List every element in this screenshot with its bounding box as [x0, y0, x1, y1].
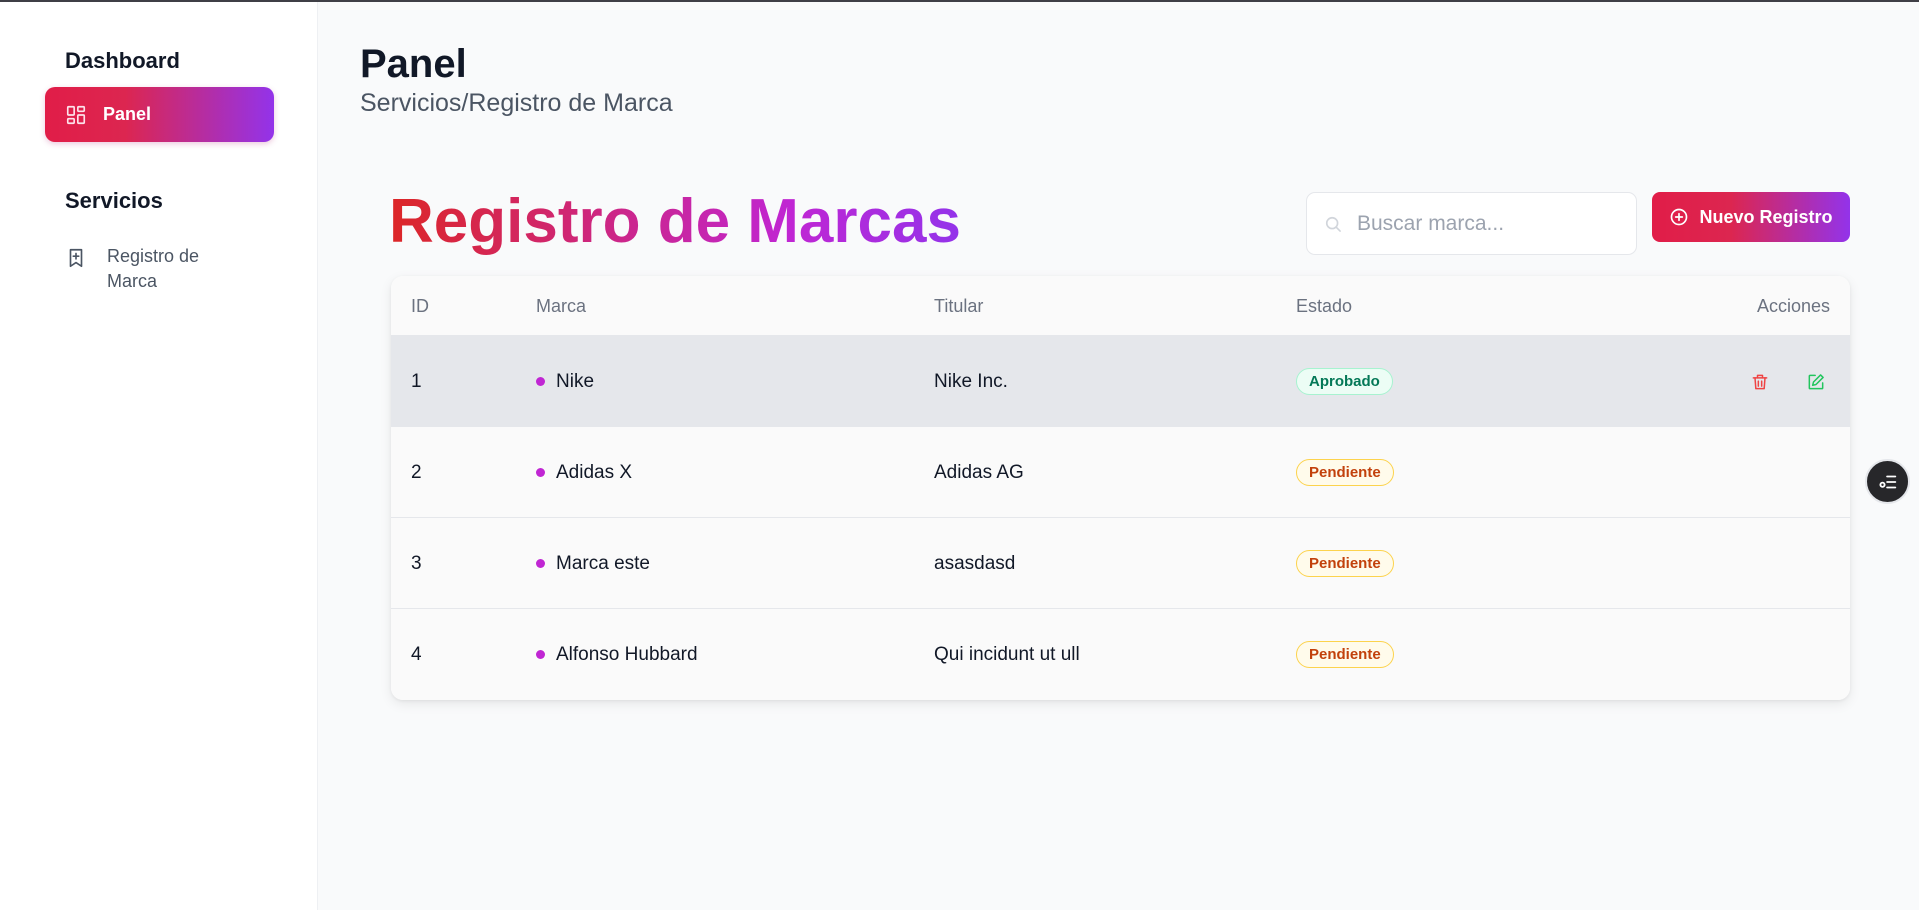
column-header-titular: Titular — [934, 296, 984, 316]
status-badge: Pendiente — [1296, 641, 1394, 668]
column-header-acciones: Acciones — [1756, 296, 1830, 316]
cell-marca: Marca este — [536, 518, 650, 609]
cell-estado: Pendiente — [1296, 609, 1394, 700]
brand-name: Alfonso Hubbard — [556, 643, 698, 665]
cell-estado: Pendiente — [1296, 427, 1394, 518]
table-row[interactable]: 3 Marca este asasdasd Pendiente — [391, 518, 1850, 609]
floating-menu-button[interactable] — [1865, 459, 1910, 504]
cell-id: 1 — [411, 370, 422, 392]
status-badge: Aprobado — [1296, 368, 1393, 395]
row-actions — [1750, 336, 1826, 427]
page-title: Panel — [360, 42, 467, 86]
brands-table: ID Marca Titular Estado Acciones 1 Nike … — [391, 276, 1850, 700]
search-input[interactable] — [1357, 211, 1617, 236]
cell-id: 4 — [411, 643, 422, 665]
cell-id: 3 — [411, 552, 422, 574]
cell-estado: Pendiente — [1296, 518, 1394, 609]
sidebar-item-label: Registro de Marca — [107, 246, 200, 291]
brand-dot — [536, 650, 545, 659]
trash-icon[interactable] — [1750, 372, 1770, 392]
column-header-estado: Estado — [1296, 296, 1353, 316]
column-header-marca: Marca — [536, 296, 587, 316]
cell-titular: Nike Inc. — [934, 370, 1008, 392]
list-settings-icon — [1877, 471, 1899, 493]
cell-id: 2 — [411, 461, 422, 483]
section-title: Registro de Marcas — [389, 185, 961, 259]
bookmark-plus-icon — [65, 246, 87, 270]
sidebar-item-label: Panel — [103, 104, 152, 124]
search-box — [1306, 192, 1637, 255]
brand-dot — [536, 559, 545, 568]
status-badge: Pendiente — [1296, 550, 1394, 577]
table-row[interactable]: 4 Alfonso Hubbard Qui incidunt ut ull Pe… — [391, 609, 1850, 700]
sidebar-item-panel[interactable]: Panel — [45, 87, 274, 142]
column-header-id: ID — [411, 296, 429, 316]
cell-titular: Adidas AG — [934, 461, 1024, 483]
table-row[interactable]: 1 Nike Nike Inc. Aprobado — [391, 336, 1850, 427]
cell-titular: Qui incidunt ut ull — [934, 643, 1080, 665]
cell-titular: asasdasd — [934, 552, 1016, 574]
cell-estado: Aprobado — [1296, 336, 1393, 427]
new-record-label: Nuevo Registro — [1699, 206, 1833, 227]
sidebar: Dashboard Panel Servicios Registro de Ma… — [0, 2, 318, 910]
sidebar-dashboard-title: Dashboard — [65, 48, 180, 73]
table-row[interactable]: 2 Adidas X Adidas AG Pendiente — [391, 427, 1850, 518]
search-icon — [1323, 214, 1343, 234]
brand-dot — [536, 468, 545, 477]
plus-circle-icon — [1669, 207, 1689, 227]
edit-icon[interactable] — [1806, 372, 1826, 392]
sidebar-services-title: Servicios — [65, 188, 163, 213]
new-record-button[interactable]: Nuevo Registro — [1652, 192, 1850, 242]
breadcrumb: Servicios/Registro de Marca — [360, 89, 673, 117]
brand-name: Nike — [556, 370, 595, 392]
cell-marca: Adidas X — [536, 427, 632, 518]
cell-marca: Nike — [536, 336, 594, 427]
sidebar-item-registro-marca[interactable]: Registro de Marca — [65, 244, 275, 294]
status-badge: Pendiente — [1296, 459, 1394, 486]
brand-name: Marca este — [556, 552, 650, 574]
brand-name: Adidas X — [556, 461, 633, 483]
grid-icon — [65, 104, 87, 126]
table-header: ID Marca Titular Estado Acciones — [391, 276, 1850, 336]
cell-marca: Alfonso Hubbard — [536, 609, 698, 700]
brand-dot — [536, 377, 545, 386]
